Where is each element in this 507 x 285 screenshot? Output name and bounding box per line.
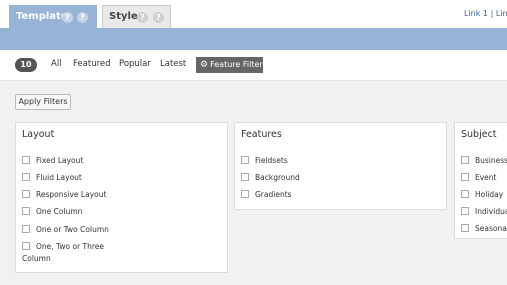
option-label: One Column xyxy=(36,207,83,216)
filter-bar: 10 All Featured Popular Latest ⚙ Feature … xyxy=(0,50,507,81)
checkbox[interactable] xyxy=(22,207,30,215)
option-label: Business xyxy=(475,156,507,165)
filter-group-title: Layout xyxy=(22,129,55,140)
option-label: Individual xyxy=(475,207,507,216)
checkbox[interactable] xyxy=(22,173,30,181)
filter-latest-link[interactable]: Latest xyxy=(160,59,186,69)
tab-style[interactable]: Style ? ? xyxy=(102,5,171,28)
option-label: Responsive Layout xyxy=(36,190,107,199)
option-label: Fixed Layout xyxy=(36,156,84,165)
help-icon[interactable]: ? xyxy=(137,12,148,23)
checkbox[interactable] xyxy=(461,173,469,181)
option-label: One, Two or Three xyxy=(36,242,105,251)
option-label: Background xyxy=(255,173,300,182)
checkbox[interactable] xyxy=(241,190,249,198)
checkbox[interactable] xyxy=(22,190,30,198)
option-label: Fieldsets xyxy=(255,156,288,165)
checkbox[interactable] xyxy=(241,173,249,181)
gear-icon: ⚙ xyxy=(200,60,209,70)
checkbox[interactable] xyxy=(461,224,469,232)
option-label: One or Two Column xyxy=(36,225,109,234)
tab-strip: Template ? ? Style ? ? Link 1 | Link xyxy=(0,0,507,28)
option-label: Holiday xyxy=(475,190,504,199)
feature-filter-button[interactable]: ⚙ Feature Filter xyxy=(196,57,263,73)
filter-all-link[interactable]: All xyxy=(51,59,62,69)
help-icon[interactable]: ? xyxy=(153,12,164,23)
checkbox[interactable] xyxy=(22,156,30,164)
top-links: Link 1 | Link xyxy=(464,9,507,18)
checkbox[interactable] xyxy=(22,242,30,250)
option-label: Event xyxy=(475,173,497,182)
option-label: Fluid Layout xyxy=(36,173,82,182)
feature-filter-label: Feature Filter xyxy=(210,60,263,69)
checkbox[interactable] xyxy=(461,156,469,164)
option-label: Gradients xyxy=(255,190,292,199)
apply-filters-button[interactable]: Apply Filters xyxy=(15,94,71,110)
help-icon[interactable]: ? xyxy=(62,12,73,23)
tab-template-label: Template xyxy=(16,11,68,22)
tab-template[interactable]: Template ? ? xyxy=(9,5,97,28)
option-label: Column xyxy=(22,254,51,263)
filter-group-title: Subject xyxy=(461,129,497,140)
option-label: Seasonal xyxy=(475,224,507,233)
filter-popular-link[interactable]: Popular xyxy=(119,59,151,69)
tab-content-bar xyxy=(0,28,507,50)
filter-group-layout: Layout Fixed Layout Fluid Layout Respons… xyxy=(15,122,228,273)
link-separator: | xyxy=(490,9,494,18)
filter-featured-link[interactable]: Featured xyxy=(73,59,111,69)
link-1[interactable]: Link 1 xyxy=(464,9,488,18)
filter-group-features: Features Fieldsets Background Gradients xyxy=(234,122,447,210)
checkbox[interactable] xyxy=(22,225,30,233)
filter-group-subject: Subject Business Event Holiday Individua… xyxy=(454,122,507,239)
checkbox[interactable] xyxy=(461,207,469,215)
checkbox[interactable] xyxy=(461,190,469,198)
checkbox[interactable] xyxy=(241,156,249,164)
help-icon[interactable]: ? xyxy=(77,12,88,23)
filter-group-title: Features xyxy=(241,129,282,140)
result-count-badge: 10 xyxy=(15,58,37,72)
link-2[interactable]: Link xyxy=(496,9,507,18)
tab-style-label: Style xyxy=(109,11,138,22)
